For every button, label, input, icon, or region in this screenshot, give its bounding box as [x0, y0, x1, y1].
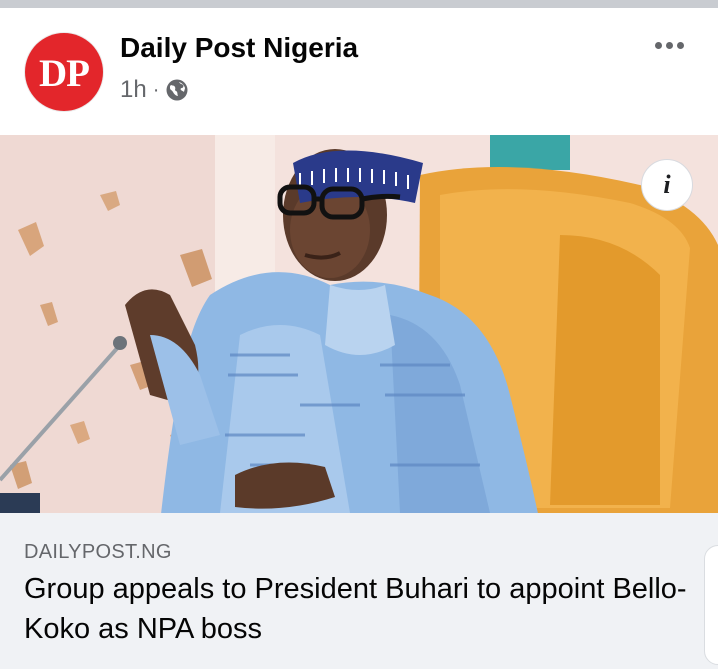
post-header: DP Daily Post Nigeria 1h ·	[0, 8, 718, 135]
link-domain: DAILYPOST.NG	[24, 541, 172, 563]
next-card-edge	[704, 545, 718, 665]
meta-separator: ·	[152, 78, 160, 101]
info-icon[interactable]: i	[641, 159, 693, 211]
more-options-icon[interactable]	[655, 42, 684, 49]
more-dot	[666, 42, 673, 49]
page-name-link[interactable]: Daily Post Nigeria	[120, 32, 358, 64]
globe-icon	[165, 78, 189, 102]
link-headline: Group appeals to President Buhari to app…	[24, 573, 687, 645]
link-preview-card[interactable]: DAILYPOST.NG Group appeals to President …	[0, 513, 718, 669]
more-dot	[677, 42, 684, 49]
page-avatar[interactable]: DP	[25, 33, 103, 111]
post-timestamp[interactable]: 1h	[120, 76, 147, 104]
feed-separator	[0, 0, 718, 8]
link-preview-image[interactable]	[0, 135, 718, 513]
more-dot	[655, 42, 662, 49]
post-meta: 1h ·	[120, 76, 189, 104]
avatar-logo-text: DP	[39, 51, 90, 95]
